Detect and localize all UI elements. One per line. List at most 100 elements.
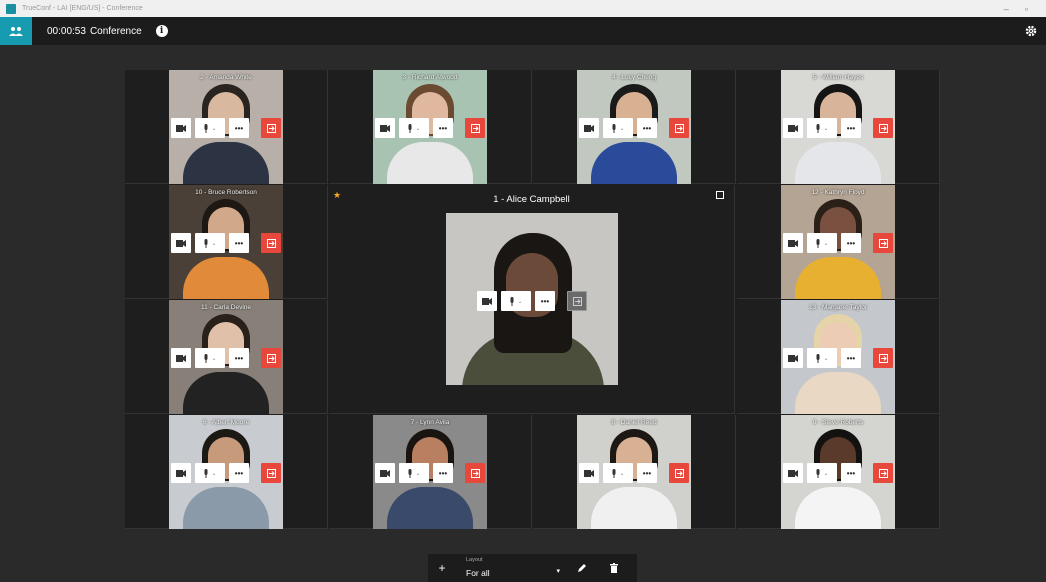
- more-options-button[interactable]: •••: [841, 118, 861, 138]
- camera-button[interactable]: [171, 118, 191, 138]
- participant-tile[interactable]: 2 - Amanda White ⌄ •••: [125, 70, 328, 184]
- participants-button[interactable]: [0, 17, 32, 45]
- remove-from-layout-button[interactable]: [261, 233, 281, 253]
- participant-tile[interactable]: 5 - William Hayes ⌄ •••: [737, 70, 940, 184]
- more-options-button[interactable]: •••: [841, 233, 861, 253]
- edit-layout-button[interactable]: [570, 563, 594, 573]
- chevron-down-icon[interactable]: ⌄: [619, 470, 624, 477]
- tile-controls: ⌄ •••: [577, 118, 691, 138]
- chevron-down-icon[interactable]: ⌄: [619, 125, 624, 132]
- restore-icon[interactable]: ▫: [1025, 4, 1028, 14]
- camera-icon: [788, 124, 798, 132]
- more-options-button[interactable]: •••: [229, 233, 249, 253]
- more-options-button[interactable]: •••: [841, 463, 861, 483]
- microphone-button[interactable]: ⌄: [603, 463, 633, 483]
- more-options-button[interactable]: •••: [841, 348, 861, 368]
- participant-tile[interactable]: 4 - Lucy Cheng ⌄ •••: [533, 70, 736, 184]
- camera-button[interactable]: [579, 463, 599, 483]
- add-layout-button[interactable]: +: [428, 561, 456, 575]
- camera-button[interactable]: [783, 348, 803, 368]
- microphone-button[interactable]: ⌄: [399, 118, 429, 138]
- more-options-button[interactable]: •••: [535, 291, 555, 311]
- pencil-icon: [578, 564, 586, 572]
- layout-select[interactable]: Layout For all ▾: [466, 554, 562, 582]
- microphone-button[interactable]: ⌄: [807, 348, 837, 368]
- participant-tile[interactable]: 6 - Albert Moore ⌄ •••: [125, 415, 328, 529]
- participant-tile[interactable]: 12 - Kathryn Floyd ⌄ •••: [737, 185, 940, 299]
- chevron-down-icon[interactable]: ⌄: [823, 470, 828, 477]
- participant-tile[interactable]: 10 - Bruce Robertson ⌄ •••: [125, 185, 328, 299]
- more-options-button[interactable]: •••: [637, 463, 657, 483]
- microphone-button[interactable]: ⌄: [501, 291, 531, 311]
- camera-button[interactable]: [171, 348, 191, 368]
- more-options-button[interactable]: •••: [229, 118, 249, 138]
- chevron-down-icon[interactable]: ⌄: [415, 125, 420, 132]
- info-icon[interactable]: i: [155, 25, 168, 37]
- camera-button[interactable]: [783, 463, 803, 483]
- participant-name: 5 - William Hayes: [812, 74, 864, 81]
- remove-from-layout-button[interactable]: [261, 463, 281, 483]
- main-speaker-tile[interactable]: ★ 1 - Alice Campbell ⌄ •••: [329, 185, 735, 414]
- remove-from-layout-button[interactable]: [873, 463, 893, 483]
- participant-tile[interactable]: 7 - Lynn Avila ⌄ •••: [329, 415, 532, 529]
- camera-button[interactable]: [783, 233, 803, 253]
- microphone-button[interactable]: ⌄: [195, 348, 225, 368]
- camera-button[interactable]: [171, 463, 191, 483]
- remove-from-layout-button[interactable]: [567, 291, 587, 311]
- microphone-button[interactable]: ⌄: [603, 118, 633, 138]
- exit-icon: [878, 353, 888, 363]
- camera-button[interactable]: [375, 463, 395, 483]
- camera-button[interactable]: [375, 118, 395, 138]
- participant-tile[interactable]: 8 - Daniel Reed ⌄ •••: [533, 415, 736, 529]
- tile-controls: ⌄ •••: [169, 463, 283, 483]
- chevron-down-icon[interactable]: ⌄: [211, 355, 216, 362]
- chevron-down-icon[interactable]: ⌄: [211, 125, 216, 132]
- gear-icon[interactable]: [1024, 24, 1038, 38]
- participant-tile[interactable]: 11 - Carla Devine ⌄ •••: [125, 300, 328, 414]
- camera-button[interactable]: [171, 233, 191, 253]
- remove-from-layout-button[interactable]: [465, 463, 485, 483]
- microphone-button[interactable]: ⌄: [807, 463, 837, 483]
- delete-layout-button[interactable]: [602, 563, 626, 573]
- remove-from-layout-button[interactable]: [873, 233, 893, 253]
- microphone-icon: [204, 353, 208, 363]
- exit-icon: [266, 238, 276, 248]
- remove-from-layout-button[interactable]: [873, 348, 893, 368]
- participant-tile[interactable]: 13 - Margaret Taylor ⌄ •••: [737, 300, 940, 414]
- chevron-down-icon[interactable]: ⌄: [211, 470, 216, 477]
- chevron-down-icon[interactable]: ⌄: [823, 355, 828, 362]
- more-options-button[interactable]: •••: [433, 118, 453, 138]
- camera-button[interactable]: [477, 291, 497, 311]
- camera-button[interactable]: [783, 118, 803, 138]
- microphone-button[interactable]: ⌄: [807, 118, 837, 138]
- microphone-button[interactable]: ⌄: [807, 233, 837, 253]
- conference-topbar: 00:00:53 Conference i: [0, 17, 1046, 45]
- microphone-button[interactable]: ⌄: [195, 118, 225, 138]
- remove-from-layout-button[interactable]: [261, 348, 281, 368]
- remove-from-layout-button[interactable]: [669, 118, 689, 138]
- remove-from-layout-button[interactable]: [873, 118, 893, 138]
- microphone-button[interactable]: ⌄: [195, 463, 225, 483]
- more-options-button[interactable]: •••: [229, 348, 249, 368]
- chevron-down-icon[interactable]: ⌄: [823, 240, 828, 247]
- microphone-button[interactable]: ⌄: [399, 463, 429, 483]
- remove-from-layout-button[interactable]: [669, 463, 689, 483]
- more-options-button[interactable]: •••: [229, 463, 249, 483]
- more-options-button[interactable]: •••: [637, 118, 657, 138]
- chevron-down-icon[interactable]: ⌄: [517, 298, 522, 305]
- tile-controls: ⌄ •••: [446, 291, 618, 311]
- participant-tile[interactable]: 9 - Steve Roberts ⌄ •••: [737, 415, 940, 529]
- remove-from-layout-button[interactable]: [465, 118, 485, 138]
- chevron-down-icon[interactable]: ⌄: [415, 470, 420, 477]
- chevron-down-icon[interactable]: ⌄: [823, 125, 828, 132]
- participant-video: 4 - Lucy Cheng ⌄ •••: [577, 70, 691, 184]
- remove-from-layout-button[interactable]: [261, 118, 281, 138]
- minimize-icon[interactable]: –: [1004, 4, 1009, 14]
- exit-icon: [878, 123, 888, 133]
- camera-button[interactable]: [579, 118, 599, 138]
- chevron-down-icon[interactable]: ⌄: [211, 240, 216, 247]
- participant-video: 6 - Albert Moore ⌄ •••: [169, 415, 283, 529]
- participant-tile[interactable]: 3 - Richard Atwood ⌄ •••: [329, 70, 532, 184]
- microphone-button[interactable]: ⌄: [195, 233, 225, 253]
- more-options-button[interactable]: •••: [433, 463, 453, 483]
